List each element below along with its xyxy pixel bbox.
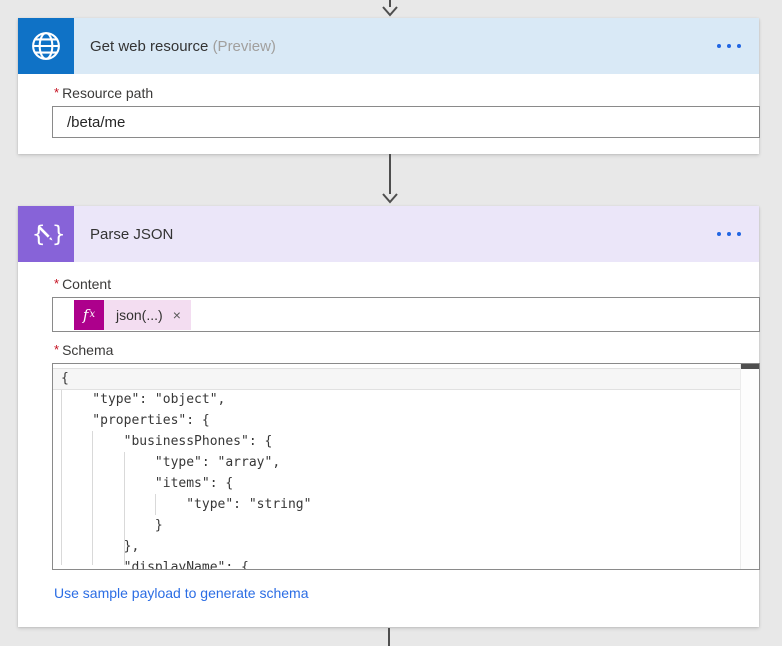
content-input[interactable]: fx json(...) × [52, 297, 760, 332]
resource-path-input[interactable]: /beta/me [52, 106, 760, 138]
connector-arrow-mid-icon [379, 154, 401, 206]
card-title: Get web resource (Preview) [90, 38, 276, 55]
flow-designer-canvas: { "canvas": { "background_color": "#e8e8… [0, 0, 782, 646]
expression-token[interactable]: fx json(...) × [74, 300, 191, 330]
connector-arrow-top-icon [379, 0, 401, 18]
svg-text:}: } [52, 223, 65, 248]
schema-code-editor[interactable]: { "type": "object", "properties": { "bus… [52, 363, 760, 570]
schema-code: { "type": "object", "properties": { "bus… [61, 368, 740, 570]
ellipsis-menu-icon[interactable] [713, 226, 745, 242]
card-header-get-web-resource[interactable]: Get web resource (Preview) [18, 18, 759, 74]
schema-code-line: "type": "object", [61, 389, 740, 410]
schema-code-line: "type": "array", [61, 452, 740, 473]
schema-code-line: "type": "string" [61, 494, 740, 515]
globe-icon [18, 18, 74, 74]
editor-vertical-scrollbar[interactable] [740, 364, 759, 569]
schema-code-line: "displayName": { [61, 557, 740, 570]
required-marker: * [54, 342, 59, 357]
ellipsis-menu-icon[interactable] [713, 38, 745, 54]
card-title: Parse JSON [90, 226, 173, 243]
indent-guide [92, 431, 93, 565]
indent-guide [155, 494, 156, 515]
use-sample-payload-link[interactable]: Use sample payload to generate schema [54, 585, 308, 601]
action-card-get-web-resource: Get web resource (Preview) *Resource pat… [18, 18, 759, 154]
scrollbar-thumb[interactable] [741, 364, 759, 369]
required-marker: * [54, 85, 59, 100]
braces-pencil-icon: { } [18, 206, 74, 262]
resource-path-label: *Resource path [54, 85, 759, 101]
indent-guide [124, 452, 125, 565]
required-marker: * [54, 276, 59, 291]
schema-code-line: }, [61, 536, 740, 557]
schema-code-line: { [61, 368, 740, 389]
card-header-parse-json[interactable]: { } Parse JSON [18, 206, 759, 262]
expression-token-label: json(...) [104, 307, 171, 323]
remove-token-icon[interactable]: × [171, 308, 191, 322]
schema-code-line: "items": { [61, 473, 740, 494]
action-card-parse-json: { } Parse JSON *Content fx json(...) × *… [18, 206, 759, 627]
schema-code-line: } [61, 515, 740, 536]
indent-guide [61, 390, 62, 565]
schema-code-line: "properties": { [61, 410, 740, 431]
schema-label: *Schema [54, 342, 759, 358]
schema-code-line: "businessPhones": { [61, 431, 740, 452]
svg-text:{: { [32, 223, 46, 248]
content-label: *Content [54, 276, 759, 292]
connector-line-bottom [388, 628, 390, 646]
fx-expression-icon: fx [74, 300, 104, 330]
resource-path-value: /beta/me [67, 114, 125, 131]
preview-badge: (Preview) [213, 38, 276, 55]
